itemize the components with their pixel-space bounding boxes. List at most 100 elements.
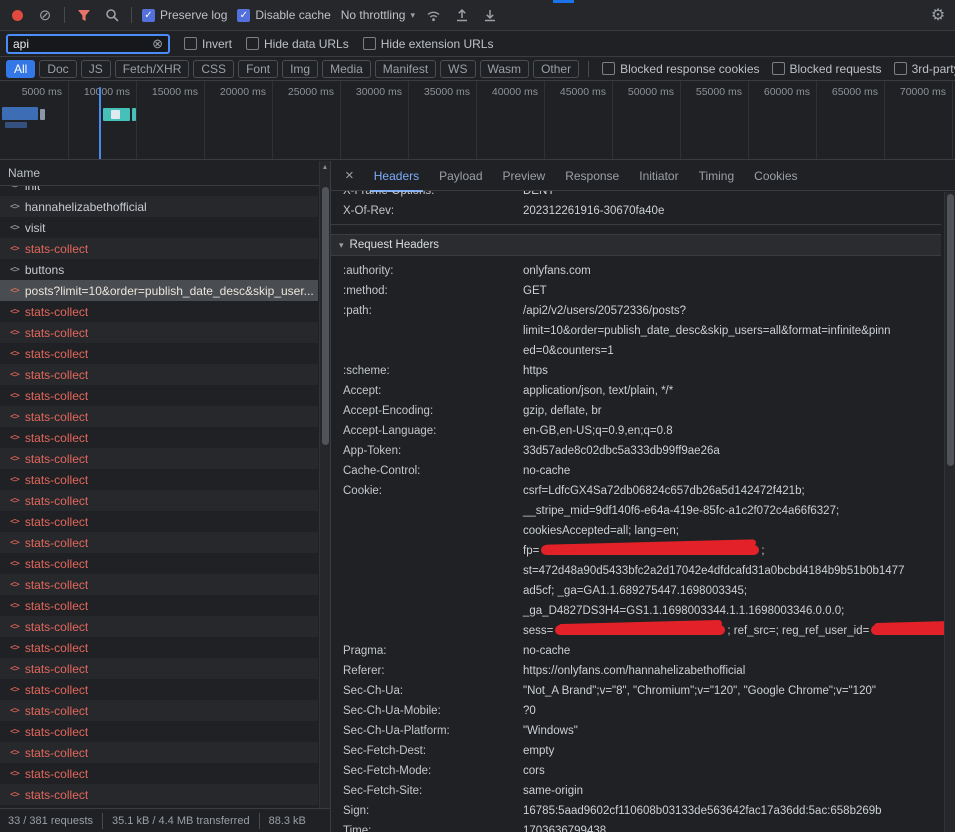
request-row[interactable]: <>stats-collect xyxy=(0,364,318,385)
request-row[interactable]: <>stats-collect xyxy=(0,385,318,406)
request-name: stats-collect xyxy=(25,767,88,781)
request-type-icon: <> xyxy=(10,643,19,653)
blocked-response-cookies-checkbox[interactable]: Blocked response cookies xyxy=(602,62,759,76)
request-row[interactable]: <>stats-collect xyxy=(0,532,318,553)
type-filter-media[interactable]: Media xyxy=(322,60,371,78)
type-filter-manifest[interactable]: Manifest xyxy=(375,60,436,78)
details-scrollbar[interactable] xyxy=(944,192,955,832)
type-filter-other[interactable]: Other xyxy=(533,60,579,78)
request-row[interactable]: <>stats-collect xyxy=(0,742,318,763)
type-filter-js[interactable]: JS xyxy=(81,60,111,78)
overview-strip[interactable]: 5000 ms10000 ms15000 ms20000 ms25000 ms3… xyxy=(0,81,955,160)
tab-payload[interactable]: Payload xyxy=(439,169,482,183)
request-row[interactable]: <>stats-collect xyxy=(0,721,318,742)
request-row[interactable]: <>stats-collect xyxy=(0,616,318,637)
type-filter-css[interactable]: CSS xyxy=(193,60,234,78)
request-row[interactable]: <>stats-collect xyxy=(0,448,318,469)
extra-filter-group: Blocked response cookies Blocked request… xyxy=(602,62,955,76)
request-row[interactable]: <>stats-collect xyxy=(0,595,318,616)
record-button[interactable] xyxy=(8,6,26,24)
third-party-requests-checkbox[interactable]: 3rd-party requests xyxy=(894,62,955,76)
settings-gear-icon[interactable]: ⚙ xyxy=(929,6,947,24)
scrollbar-thumb[interactable] xyxy=(322,187,329,445)
request-row[interactable]: <>visit xyxy=(0,217,318,238)
header-value: no-cache xyxy=(523,641,941,661)
request-row[interactable]: <>stats-collect xyxy=(0,637,318,658)
request-row[interactable]: <>stats-collect xyxy=(0,322,318,343)
header-name: Sec-Ch-Ua-Platform: xyxy=(331,721,523,741)
filter-input[interactable] xyxy=(13,37,133,51)
redaction-scribble xyxy=(555,625,725,635)
scroll-up-icon[interactable]: ▲ xyxy=(320,164,330,171)
type-filter-doc[interactable]: Doc xyxy=(39,60,76,78)
throttling-select[interactable]: No throttling ▾ xyxy=(341,8,415,22)
request-row[interactable]: <>stats-collect xyxy=(0,238,318,259)
request-row[interactable]: <>stats-collect xyxy=(0,553,318,574)
request-type-icon: <> xyxy=(10,727,19,737)
request-row[interactable]: <>stats-collect xyxy=(0,343,318,364)
tab-cookies[interactable]: Cookies xyxy=(754,169,797,183)
preserve-log-checkbox[interactable]: ✓ Preserve log xyxy=(142,8,227,22)
type-filter-fetch-xhr[interactable]: Fetch/XHR xyxy=(115,60,190,78)
export-har-icon[interactable] xyxy=(481,6,499,24)
header-value: no-cache xyxy=(523,461,941,481)
request-row[interactable]: <>stats-collect xyxy=(0,763,318,784)
name-column-header[interactable]: Name xyxy=(0,161,330,186)
network-conditions-icon[interactable] xyxy=(425,6,443,24)
clear-filter-icon[interactable]: ⊗ xyxy=(152,36,163,52)
request-row[interactable]: <>stats-collect xyxy=(0,574,318,595)
request-row[interactable]: <>stats-collect xyxy=(0,469,318,490)
import-har-icon[interactable] xyxy=(453,6,471,24)
request-name: stats-collect xyxy=(25,389,88,403)
request-row[interactable]: <>stats-collect xyxy=(0,700,318,721)
type-filter-wasm[interactable]: Wasm xyxy=(480,60,530,78)
header-row: Pragma:no-cache xyxy=(331,641,941,661)
request-row[interactable]: <>stats-collect xyxy=(0,658,318,679)
header-name: :path: xyxy=(331,301,523,361)
type-filter-bar: AllDoc JSFetch/XHRCSSFontImgMediaManifest… xyxy=(6,60,579,78)
request-row[interactable]: <>buttons xyxy=(0,259,318,280)
request-row[interactable]: <>stats-collect xyxy=(0,679,318,700)
request-row[interactable]: <>init xyxy=(0,186,318,196)
blocked-requests-label: Blocked requests xyxy=(790,62,882,76)
request-list-scrollbar[interactable]: ▲ xyxy=(319,161,330,808)
close-details-icon[interactable]: × xyxy=(345,167,354,184)
disable-cache-checkbox[interactable]: ✓ Disable cache xyxy=(237,8,330,22)
request-list: <>init<>hannahelizabethofficial<>visit<>… xyxy=(0,186,330,808)
header-row: Accept-Language:en-GB,en-US;q=0.9,en;q=0… xyxy=(331,421,941,441)
filter-icon[interactable] xyxy=(75,6,93,24)
request-row[interactable]: <>stats-collect xyxy=(0,511,318,532)
header-name: Sec-Fetch-Mode: xyxy=(331,761,523,781)
type-filter-img[interactable]: Img xyxy=(282,60,318,78)
request-row[interactable]: <>stats-collect xyxy=(0,406,318,427)
hide-extension-urls-checkbox[interactable]: Hide extension URLs xyxy=(363,37,494,51)
request-row[interactable]: <>stats-collect xyxy=(0,427,318,448)
type-filter-font[interactable]: Font xyxy=(238,60,278,78)
request-headers-section-header[interactable]: ▾ Request Headers xyxy=(331,234,941,256)
tab-preview[interactable]: Preview xyxy=(503,169,546,183)
header-value: DENY xyxy=(523,191,941,201)
tab-timing[interactable]: Timing xyxy=(699,169,735,183)
request-row[interactable]: <>stats-collect xyxy=(0,805,318,808)
header-name: Pragma: xyxy=(331,641,523,661)
header-row: Sec-Ch-Ua:"Not_A Brand";v="8", "Chromium… xyxy=(331,681,941,701)
request-row[interactable]: <>hannahelizabethofficial xyxy=(0,196,318,217)
request-row[interactable]: <>posts?limit=10&order=publish_date_desc… xyxy=(0,280,318,301)
type-filter-all[interactable]: All xyxy=(6,60,35,78)
request-row[interactable]: <>stats-collect xyxy=(0,784,318,805)
header-row: :path:/api2/v2/users/20572336/posts?limi… xyxy=(331,301,941,361)
clear-network-log-icon[interactable]: ⊘ xyxy=(36,6,54,24)
blocked-response-cookies-label: Blocked response cookies xyxy=(620,62,759,76)
scrollbar-thumb[interactable] xyxy=(947,194,954,466)
request-row[interactable]: <>stats-collect xyxy=(0,490,318,511)
tab-headers[interactable]: Headers xyxy=(374,169,419,183)
search-icon[interactable] xyxy=(103,6,121,24)
tab-response[interactable]: Response xyxy=(565,169,619,183)
type-filter-ws[interactable]: WS xyxy=(440,60,475,78)
blocked-requests-checkbox[interactable]: Blocked requests xyxy=(772,62,882,76)
tab-initiator[interactable]: Initiator xyxy=(639,169,678,183)
request-name: stats-collect xyxy=(25,347,88,361)
request-row[interactable]: <>stats-collect xyxy=(0,301,318,322)
hide-data-urls-checkbox[interactable]: Hide data URLs xyxy=(246,37,349,51)
invert-checkbox[interactable]: Invert xyxy=(184,37,232,51)
